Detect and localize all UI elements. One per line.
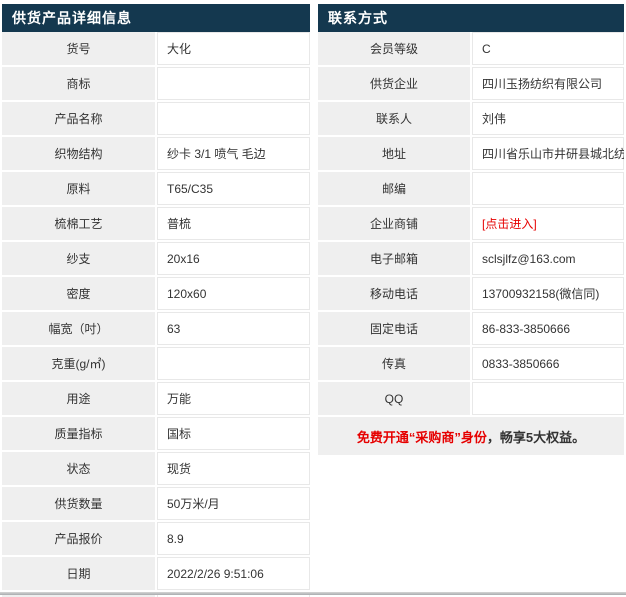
table-row: 传真 0833-3850666 — [318, 346, 624, 382]
table-row: 状态 现货 — [2, 451, 310, 487]
row-label: QQ — [318, 381, 471, 417]
row-value: 0833-3850666 — [470, 346, 624, 382]
table-row: 电子邮箱 sclsjlfz@163.com — [318, 241, 624, 277]
table-row: 用途 万能 — [2, 381, 310, 417]
row-value — [155, 346, 310, 382]
table-row: 商标 — [2, 66, 310, 102]
row-value: 刘伟 — [470, 101, 624, 137]
row-label: 邮编 — [318, 171, 471, 207]
row-label: 产品名称 — [2, 101, 156, 137]
table-row: 梳棉工艺 普梳 — [2, 206, 310, 242]
table-header-row: 联系方式 — [318, 4, 624, 32]
table-header-row: 供货产品详细信息 — [2, 4, 310, 32]
row-label: 密度 — [2, 276, 156, 312]
row-value: 四川省乐山市井研县城北纺织工业园区 — [470, 136, 624, 172]
row-value: sclsjlfz@163.com — [470, 241, 624, 277]
table-row: 邮编 — [318, 171, 624, 207]
row-label: 织物结构 — [2, 136, 156, 172]
product-table-body: 货号 大化 商标 产品名称 织物结构 纱卡 3/1 喷气 毛边 原料 T65/C35 梳棉工艺普… — [2, 32, 310, 597]
row-label: 会员等级 — [318, 32, 471, 67]
row-value: T65/C35 — [155, 171, 310, 207]
row-label: 传真 — [318, 346, 471, 382]
contact-table: 联系方式 会员等级 C 供货企业 四川玉扬纺织有限公司 联系人 刘伟 地址 四川省乐山市井研县… — [318, 4, 624, 455]
row-value: 国标 — [155, 416, 310, 452]
table-row: 产品名称 — [2, 101, 310, 137]
table-row: 固定电话 86-833-3850666 — [318, 311, 624, 347]
row-value — [155, 101, 310, 137]
row-label: 供货数量 — [2, 486, 156, 522]
row-label: 固定电话 — [318, 311, 471, 347]
row-value: 63 — [155, 311, 310, 347]
table-row: 幅宽（吋） 63 — [2, 311, 310, 347]
table-row: 货号 大化 — [2, 32, 310, 67]
row-label: 质量指标 — [2, 416, 156, 452]
row-label: 克重(g/㎡) — [2, 346, 156, 382]
row-label: 日期 — [2, 556, 156, 592]
row-value: 50万米/月 — [155, 486, 310, 522]
row-label: 地址 — [318, 136, 471, 172]
enter-shop-link[interactable]: [点击进入] — [482, 217, 537, 231]
row-value: 万能 — [155, 381, 310, 417]
table-row: 纱支 20x16 — [2, 241, 310, 277]
product-table-title: 供货产品详细信息 — [2, 4, 310, 32]
row-label: 原料 — [2, 171, 156, 207]
row-label: 梳棉工艺 — [2, 206, 156, 242]
row-label: 电子邮箱 — [318, 241, 471, 277]
table-row: 联系人 刘伟 — [318, 101, 624, 137]
row-label: 企业商铺 — [318, 206, 471, 242]
row-value: [点击进入] — [470, 206, 624, 242]
promo-highlight-text[interactable]: 免费开通“采购商”身份 — [357, 430, 487, 445]
row-label: 移动电话 — [318, 276, 471, 312]
row-label: 货号 — [2, 32, 156, 67]
bottom-divider — [0, 592, 626, 595]
table-row: 移动电话 13700932158(微信同) — [318, 276, 624, 312]
row-label: 产品报价 — [2, 521, 156, 557]
row-value: 86-833-3850666 — [470, 311, 624, 347]
promo-row: 免费开通“采购商”身份，畅享5大权益。 — [318, 415, 624, 455]
row-label: 纱支 — [2, 241, 156, 277]
table-row: 原料 T65/C35 — [2, 171, 310, 207]
row-label: 商标 — [2, 66, 156, 102]
table-row: 质量指标 国标 — [2, 416, 310, 452]
row-value: 13700932158(微信同) — [470, 276, 624, 312]
table-row: 产品报价 8.9 — [2, 521, 310, 557]
row-label: 用途 — [2, 381, 156, 417]
row-value: 四川玉扬纺织有限公司 — [470, 66, 624, 102]
table-row: 地址四川省乐山市井研县城北纺织工业园区 — [318, 136, 624, 172]
row-value: 8.9 — [155, 521, 310, 557]
promo-rest-text: ，畅享5大权益。 — [486, 429, 586, 445]
row-value — [470, 381, 624, 417]
row-value — [155, 66, 310, 102]
table-row: 密度 120x60 — [2, 276, 310, 312]
row-value: 2022/2/26 9:51:06 — [155, 556, 310, 592]
row-value: 120x60 — [155, 276, 310, 312]
row-value: 普梳 — [155, 206, 310, 242]
row-label: 联系人 — [318, 101, 471, 137]
table-row: 供货数量 50万米/月 — [2, 486, 310, 522]
promo-message: 免费开通“采购商”身份，畅享5大权益。 — [318, 415, 624, 455]
row-value — [470, 171, 624, 207]
row-label: 幅宽（吋） — [2, 311, 156, 347]
table-row: 织物结构 纱卡 3/1 喷气 毛边 — [2, 136, 310, 172]
table-row: 克重(g/㎡) — [2, 346, 310, 382]
row-value: C — [470, 32, 624, 67]
row-label: 供货企业 — [318, 66, 471, 102]
row-value: 现货 — [155, 451, 310, 487]
contact-table-body: 会员等级C供货企业四川玉扬纺织有限公司联系人刘伟地址四川省乐山市井研县城北纺织工… — [318, 32, 624, 417]
contact-table-title: 联系方式 — [318, 4, 624, 32]
product-detail-table: 供货产品详细信息 货号 大化 商标 产品名称 织物结构 纱卡 3/1 喷气 毛边 原料 T65… — [2, 4, 310, 597]
product-detail-page: 供货产品详细信息 货号 大化 商标 产品名称 织物结构 纱卡 3/1 喷气 毛边 原料 T65… — [0, 0, 626, 597]
row-label: 状态 — [2, 451, 156, 487]
table-row: 企业商铺 [点击进入] — [318, 206, 624, 242]
row-value: 大化 — [155, 32, 310, 67]
table-row: 会员等级 C — [318, 32, 624, 67]
row-value: 纱卡 3/1 喷气 毛边 — [155, 136, 310, 172]
table-row: 日期 2022/2/26 9:51:06 — [2, 556, 310, 592]
table-row: 供货企业 四川玉扬纺织有限公司 — [318, 66, 624, 102]
table-row: QQ — [318, 381, 624, 417]
row-value: 20x16 — [155, 241, 310, 277]
